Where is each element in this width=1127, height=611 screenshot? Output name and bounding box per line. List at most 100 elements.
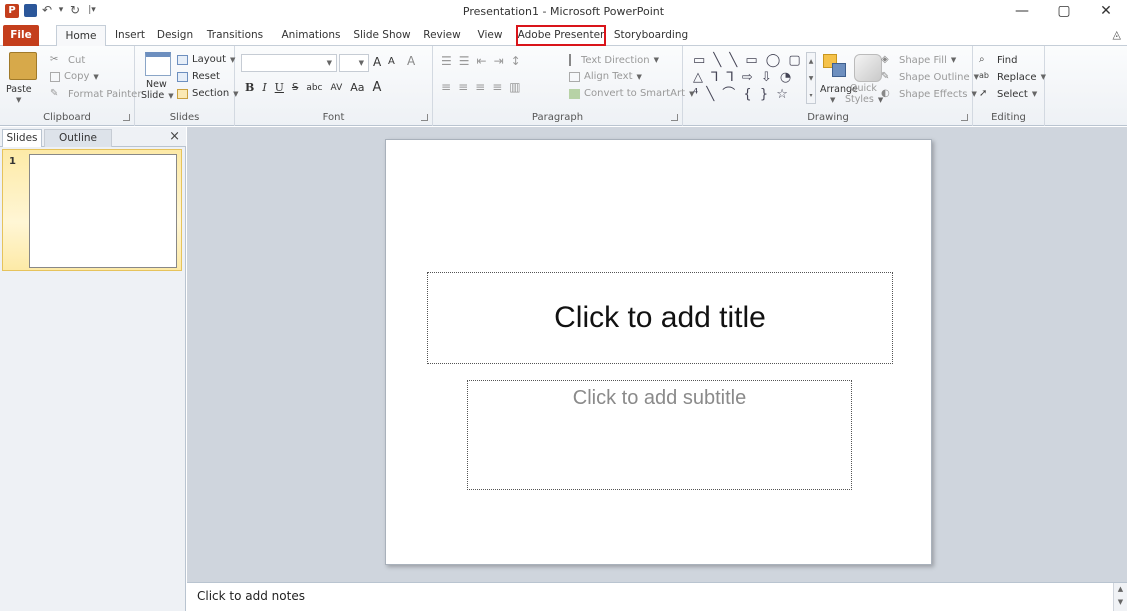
- align-right-icon[interactable]: ≡: [475, 80, 488, 94]
- customize-qat-icon[interactable]: |▾: [85, 5, 99, 15]
- paragraph-group: ☰ ☰ ⇤ ⇥ ↕ ≡ ≡ ≡ ≡ ▥ Text Direction ▼ Align Text ▼ …: [433, 46, 694, 126]
- paste-icon[interactable]: [9, 52, 37, 80]
- text-direction-icon: [569, 54, 577, 66]
- drawing-launcher-icon[interactable]: [961, 114, 968, 121]
- shape-effects-button[interactable]: ◐ Shape Effects ▼: [881, 88, 977, 100]
- minimize-button[interactable]: —: [1001, 0, 1043, 22]
- decrease-indent-icon[interactable]: ⇤: [477, 54, 490, 68]
- section-button[interactable]: Section ▼: [177, 88, 239, 99]
- title-placeholder[interactable]: Click to add title: [427, 272, 893, 364]
- pencil-icon: ✎: [881, 71, 890, 82]
- font-format-row: B I U S abc AV Aa A: [245, 80, 381, 95]
- powerpoint-app-icon[interactable]: P: [5, 4, 19, 18]
- font-name-combobox[interactable]: ▼: [241, 54, 337, 72]
- tab-outline[interactable]: Outline: [44, 129, 112, 147]
- replace-button[interactable]: ab Replace ▼: [979, 71, 1046, 83]
- align-left-icon[interactable]: ≡: [441, 80, 454, 94]
- quick-styles-icon[interactable]: [854, 54, 882, 82]
- slide-editing-area: Click to add title Click to add subtitle: [187, 127, 1127, 582]
- clipboard-launcher-icon[interactable]: [123, 114, 130, 121]
- arrange-icon[interactable]: [823, 54, 847, 78]
- grow-font-button[interactable]: A: [373, 55, 381, 69]
- tab-view[interactable]: View: [472, 25, 508, 46]
- notes-scrollbar[interactable]: ▲ ▼: [1113, 583, 1127, 611]
- new-slide-button[interactable]: New: [146, 80, 167, 90]
- align-text-button[interactable]: Align Text ▼: [569, 71, 642, 82]
- tab-slides[interactable]: Slides: [2, 129, 42, 147]
- notes-placeholder[interactable]: Click to add notes: [197, 589, 305, 603]
- clear-formatting-button[interactable]: A: [407, 54, 415, 68]
- font-color-button[interactable]: A: [373, 80, 382, 95]
- paintbrush-icon: ✎: [50, 88, 59, 99]
- character-spacing-button[interactable]: AV: [331, 83, 343, 93]
- tab-adobe-presenter[interactable]: Adobe Presenter: [516, 25, 606, 46]
- redo-icon[interactable]: ↻: [68, 3, 82, 17]
- copy-icon: [50, 71, 60, 82]
- tab-home[interactable]: Home: [56, 25, 106, 47]
- close-panel-icon[interactable]: ×: [169, 129, 180, 144]
- paste-dropdown-icon[interactable]: ▼: [16, 96, 21, 104]
- text-direction-button[interactable]: Text Direction ▼: [569, 54, 659, 66]
- italic-button[interactable]: I: [262, 81, 266, 94]
- new-slide-dropdown[interactable]: Slide ▼: [141, 90, 174, 101]
- shapes-gallery-scroll[interactable]: ▲ ▼ ▾: [806, 52, 816, 104]
- help-icon[interactable]: ◬: [1113, 28, 1121, 41]
- strikethrough-button[interactable]: S: [292, 82, 298, 93]
- change-case-button[interactable]: Aa: [350, 81, 364, 94]
- save-icon[interactable]: [24, 3, 37, 17]
- tab-slide-show[interactable]: Slide Show: [352, 25, 412, 46]
- align-center-icon[interactable]: ≡: [458, 80, 471, 94]
- font-launcher-icon[interactable]: [421, 114, 428, 121]
- tab-design[interactable]: Design: [153, 25, 197, 46]
- format-painter-button[interactable]: ✎ Format Painter: [50, 88, 141, 100]
- numbering-icon[interactable]: ☰: [459, 54, 473, 68]
- increase-indent-icon[interactable]: ⇥: [494, 54, 507, 68]
- shape-outline-button[interactable]: ✎ Shape Outline ▼: [881, 71, 979, 83]
- tab-animations[interactable]: Animations: [279, 25, 343, 46]
- close-button[interactable]: ✕: [1085, 0, 1127, 22]
- find-button[interactable]: ⌕ Find: [979, 54, 1018, 66]
- paste-button[interactable]: Paste: [6, 84, 32, 95]
- reset-button[interactable]: Reset: [177, 71, 220, 82]
- font-size-combobox[interactable]: ▼: [339, 54, 369, 72]
- quick-styles-button[interactable]: Quick: [850, 83, 877, 94]
- undo-dropdown-icon[interactable]: ▾: [57, 5, 65, 15]
- cursor-icon: ➚: [979, 88, 988, 99]
- notes-pane[interactable]: Click to add notes ▲ ▼: [187, 582, 1127, 611]
- ribbon-tab-bar: File Home Insert Design Transitions Anim…: [0, 22, 1127, 47]
- columns-icon[interactable]: ▥: [509, 80, 523, 94]
- shape-fill-button[interactable]: ◈ Shape Fill ▼: [881, 54, 956, 66]
- shape-effects-icon: ◐: [881, 88, 890, 99]
- subtitle-placeholder[interactable]: Click to add subtitle: [467, 380, 852, 490]
- text-shadow-button[interactable]: abc: [306, 83, 322, 93]
- restore-button[interactable]: ▢: [1043, 0, 1085, 22]
- copy-button[interactable]: Copy ▼: [50, 71, 99, 82]
- underline-button[interactable]: U: [275, 81, 284, 94]
- justify-icon[interactable]: ≡: [492, 80, 505, 94]
- line-spacing-icon[interactable]: ↕: [511, 54, 524, 68]
- undo-icon[interactable]: ↶: [40, 3, 54, 17]
- bullets-icon[interactable]: ☰: [441, 54, 455, 68]
- convert-smartart-button[interactable]: Convert to SmartArt ▼: [569, 88, 694, 99]
- cut-button[interactable]: ✂ Cut: [50, 54, 85, 66]
- quick-styles-dropdown[interactable]: Styles ▼: [845, 94, 883, 105]
- paragraph-launcher-icon[interactable]: [671, 114, 678, 121]
- new-slide-icon[interactable]: [145, 52, 171, 76]
- tab-file[interactable]: File: [3, 25, 39, 46]
- tab-transitions[interactable]: Transitions: [202, 25, 268, 46]
- arrange-dropdown-icon[interactable]: ▼: [830, 96, 835, 104]
- slide-thumbnail[interactable]: [29, 154, 177, 268]
- slide-canvas[interactable]: Click to add title Click to add subtitle: [385, 139, 932, 565]
- tab-storyboarding[interactable]: Storyboarding: [613, 25, 689, 46]
- slides-panel: Slides Outline × 1: [0, 127, 186, 611]
- layout-button[interactable]: Layout ▼: [177, 54, 235, 65]
- shapes-gallery[interactable]: ▭ ╲ ╲ ▭ ◯ ▢ △ ⅂ ⅂ ⇨ ⇩ ◔ ⁴ ╲ ⌒ { } ☆: [693, 52, 803, 104]
- editing-group-label: Editing: [991, 112, 1026, 123]
- bold-button[interactable]: B: [245, 81, 254, 94]
- tab-insert[interactable]: Insert: [110, 25, 150, 46]
- shrink-font-button[interactable]: A: [388, 56, 395, 67]
- slide-thumbnail-item[interactable]: 1: [2, 149, 182, 271]
- select-button[interactable]: ➚ Select ▼: [979, 88, 1037, 100]
- tab-review[interactable]: Review: [421, 25, 463, 46]
- quick-access-toolbar: ↶ ▾ ↻ |▾: [24, 3, 99, 17]
